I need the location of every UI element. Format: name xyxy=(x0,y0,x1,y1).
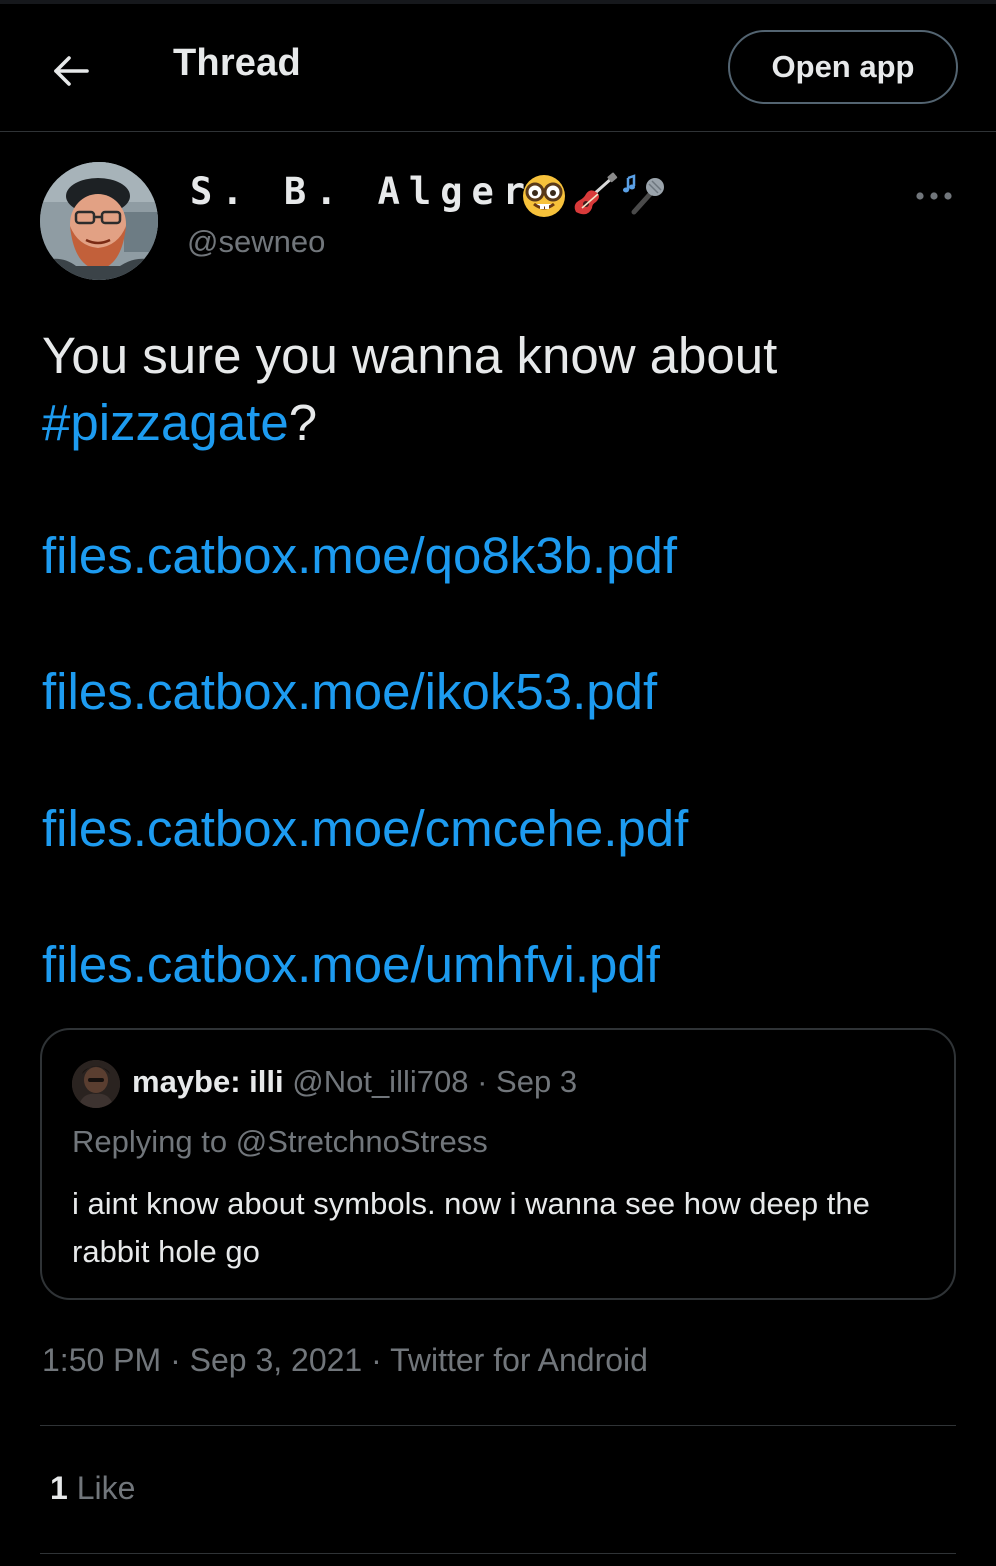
avatar-photo xyxy=(40,162,158,280)
meta-separator-2: · xyxy=(371,1342,382,1378)
quoted-author-avatar xyxy=(72,1060,120,1108)
likes-label: Like xyxy=(76,1470,136,1506)
meta-separator: · xyxy=(170,1342,181,1378)
name-emojis xyxy=(520,172,668,220)
nerd-face-emoji xyxy=(523,175,565,217)
quoted-date: Sep 3 xyxy=(496,1064,578,1099)
author-avatar[interactable] xyxy=(40,162,158,280)
tweet-meta: 1:50 PM · Sep 3, 2021 · Twitter for Andr… xyxy=(42,1342,648,1379)
guitar-emoji xyxy=(574,172,618,215)
replying-to-handle: @StretchnoStress xyxy=(235,1124,488,1159)
top-bar: Thread Open app xyxy=(0,4,996,132)
quoted-separator: · xyxy=(477,1064,488,1099)
divider-bottom xyxy=(40,1553,956,1554)
tweet-date: Sep 3, 2021 xyxy=(189,1342,363,1378)
tweet-link-4[interactable]: files.catbox.moe/umhfvi.pdf xyxy=(42,935,660,994)
likes-count: 1 xyxy=(50,1470,68,1506)
page-title: Thread xyxy=(173,42,301,84)
hashtag-link[interactable]: #pizzagate xyxy=(42,394,289,451)
tweet-time: 1:50 PM xyxy=(42,1342,162,1378)
tweet-link-1[interactable]: files.catbox.moe/qo8k3b.pdf xyxy=(42,526,677,585)
tweet-link-3[interactable]: files.catbox.moe/cmcehe.pdf xyxy=(42,799,688,858)
tweet-text-end: ? xyxy=(288,394,318,451)
quoted-avatar-photo xyxy=(72,1060,120,1108)
more-options-button[interactable] xyxy=(906,176,962,216)
back-button[interactable] xyxy=(44,44,98,98)
quoted-tweet-text: i aint know about symbols. now i wanna s… xyxy=(72,1186,870,1269)
tweet-source[interactable]: Twitter for Android xyxy=(390,1342,648,1378)
author-handle[interactable]: @sewneo xyxy=(187,224,325,260)
quoted-author-handle: @Not_illi708 xyxy=(292,1064,469,1099)
ellipsis-icon xyxy=(916,192,952,200)
quoted-tweet-card[interactable]: maybe: illi @Not_illi708 · Sep 3 Replyin… xyxy=(40,1028,956,1300)
replying-prefix: Replying to xyxy=(72,1124,236,1159)
arrow-left-icon xyxy=(54,56,89,86)
author-display-name[interactable]: S. B. Alger xyxy=(190,170,534,213)
quoted-tweet-header: maybe: illi @Not_illi708 · Sep 3 xyxy=(132,1064,577,1100)
likes-count-link[interactable]: 1 Like xyxy=(50,1470,135,1507)
tweet-text-body: You sure you wanna know about xyxy=(42,327,778,384)
tweet-text: You sure you wanna know about #pizzagate… xyxy=(42,322,942,456)
open-app-button[interactable]: Open app xyxy=(728,30,958,104)
replying-to-line: Replying to @StretchnoStress xyxy=(72,1124,488,1160)
divider xyxy=(40,1425,956,1426)
quoted-author-name: maybe: illi xyxy=(132,1064,284,1099)
microphone-emoji xyxy=(623,174,664,215)
thread-page: Thread Open app S. B. Alger @sewneo You … xyxy=(0,0,996,1566)
tweet-link-2[interactable]: files.catbox.moe/ikok53.pdf xyxy=(42,662,657,721)
